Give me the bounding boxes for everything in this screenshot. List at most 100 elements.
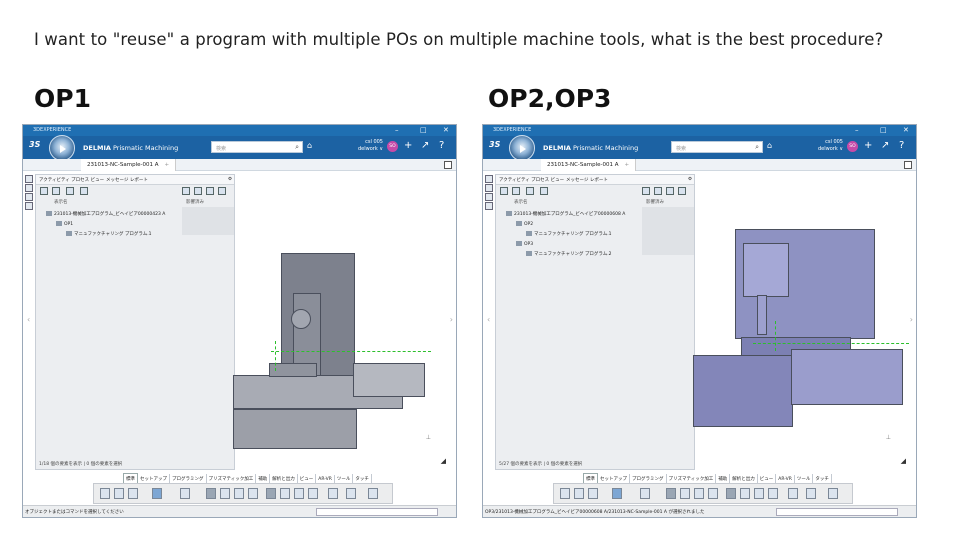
- undo-icon[interactable]: [152, 488, 162, 499]
- command-input[interactable]: [776, 508, 898, 516]
- view-icon[interactable]: [485, 202, 493, 210]
- tool-path-icon[interactable]: [806, 488, 816, 499]
- panel-settings-icon[interactable]: ⚙: [228, 177, 232, 182]
- tree-node-program-2[interactable]: マニュファクチャリング プログラム.2: [526, 251, 612, 257]
- tree-icon[interactable]: [500, 187, 508, 195]
- maximize-icon[interactable]: □: [880, 126, 887, 135]
- undo-icon[interactable]: [612, 488, 622, 499]
- 3ds-logo-icon[interactable]: 3S: [489, 140, 503, 154]
- video-icon[interactable]: [294, 488, 304, 499]
- new-tab-icon[interactable]: +: [165, 162, 170, 168]
- refresh-icon[interactable]: [52, 187, 60, 195]
- columns-icon[interactable]: [666, 187, 674, 195]
- machine-icon[interactable]: [220, 488, 230, 499]
- tab-message-report[interactable]: メッセージ レポート: [106, 177, 148, 183]
- columns-icon[interactable]: [206, 187, 214, 195]
- layer-icon[interactable]: [485, 193, 493, 201]
- document-tab[interactable]: 231013-NC-Sample-001 A +: [81, 159, 177, 171]
- search-input[interactable]: 検索 ⌕: [211, 141, 303, 153]
- search-input[interactable]: 検索 ⌕: [671, 141, 763, 153]
- avatar[interactable]: SO: [847, 141, 858, 152]
- tab-activity-process[interactable]: アクティビティ プロセス ビュー: [499, 177, 564, 183]
- paste-icon[interactable]: [128, 488, 138, 499]
- measure-icon[interactable]: [828, 488, 838, 499]
- nav-left-icon[interactable]: ‹: [27, 315, 30, 324]
- dropdown-icon[interactable]: [80, 187, 88, 195]
- part-operation-icon[interactable]: [640, 488, 650, 499]
- copy-icon[interactable]: [114, 488, 124, 499]
- add-icon[interactable]: +: [864, 140, 872, 151]
- user-info[interactable]: csl 005 delwork ∨: [813, 139, 843, 153]
- resize-grip-icon[interactable]: ◢: [901, 457, 906, 465]
- tree-node-op3[interactable]: OP3: [516, 241, 533, 247]
- compass-icon[interactable]: [49, 135, 75, 161]
- new-tab-icon[interactable]: +: [625, 162, 630, 168]
- nc-output-icon[interactable]: [768, 488, 778, 499]
- close-icon[interactable]: ✕: [903, 126, 909, 135]
- help-icon[interactable]: ?: [439, 140, 444, 151]
- expand-icon[interactable]: [444, 161, 452, 169]
- user-info[interactable]: csl 005 delwork ∨: [353, 139, 383, 153]
- tool-change-icon[interactable]: [694, 488, 704, 499]
- machine-model[interactable]: [233, 245, 450, 460]
- command-input[interactable]: [316, 508, 438, 516]
- zoom-icon[interactable]: [642, 187, 650, 195]
- document-tab[interactable]: 231013-NC-Sample-001 A +: [541, 159, 637, 171]
- paste-icon[interactable]: [588, 488, 598, 499]
- close-icon[interactable]: ✕: [443, 126, 449, 135]
- simulation-icon[interactable]: [266, 488, 276, 499]
- rotate-icon[interactable]: [248, 488, 258, 499]
- tag-icon[interactable]: ⌂: [767, 141, 772, 150]
- dropdown-icon[interactable]: [540, 187, 548, 195]
- tree-toggle-icon[interactable]: [485, 175, 493, 183]
- share-icon[interactable]: ↗: [881, 140, 889, 151]
- minimize-icon[interactable]: –: [395, 126, 399, 135]
- filter-funnel-icon[interactable]: [654, 187, 662, 195]
- tag-icon[interactable]: ⌂: [307, 141, 312, 150]
- replay-icon[interactable]: [740, 488, 750, 499]
- video-icon[interactable]: [754, 488, 764, 499]
- search-icon[interactable]: ⌕: [295, 143, 299, 152]
- help-icon[interactable]: ?: [899, 140, 904, 151]
- tree-node-root[interactable]: 231013-機械加工プログラム_ビヘイビア00000423 A: [46, 211, 165, 217]
- view-icon[interactable]: [25, 202, 33, 210]
- machine-model[interactable]: [693, 217, 913, 432]
- tab-message-report[interactable]: メッセージ レポート: [566, 177, 608, 183]
- measure-icon[interactable]: [368, 488, 378, 499]
- layer-icon[interactable]: [25, 193, 33, 201]
- options-icon[interactable]: [678, 187, 686, 195]
- compass-icon[interactable]: [509, 135, 535, 161]
- 3ds-logo-icon[interactable]: 3S: [29, 140, 43, 154]
- nc-output-icon[interactable]: [308, 488, 318, 499]
- check-icon[interactable]: [328, 488, 338, 499]
- expand-icon[interactable]: [904, 161, 912, 169]
- simulation-icon[interactable]: [726, 488, 736, 499]
- copy-icon[interactable]: [574, 488, 584, 499]
- column-header-status[interactable]: 影響済み: [646, 199, 664, 205]
- part-operation-icon[interactable]: [180, 488, 190, 499]
- tree-node-program-1[interactable]: マニュファクチャリング プログラム.1: [526, 231, 612, 237]
- share-icon[interactable]: ↗: [421, 140, 429, 151]
- program-icon-btn[interactable]: [666, 488, 676, 499]
- filter-funnel-icon[interactable]: [194, 187, 202, 195]
- resize-grip-icon[interactable]: ◢: [441, 457, 446, 465]
- add-icon[interactable]: +: [404, 140, 412, 151]
- rotate-icon[interactable]: [708, 488, 718, 499]
- tree-node-op1[interactable]: OP1: [56, 221, 73, 227]
- replay-icon[interactable]: [280, 488, 290, 499]
- tree-node-op2[interactable]: OP2: [516, 221, 533, 227]
- tool-icon[interactable]: [526, 187, 534, 195]
- program-icon-btn[interactable]: [206, 488, 216, 499]
- nav-right-icon[interactable]: ›: [450, 315, 453, 324]
- nav-left-icon[interactable]: ‹: [487, 315, 490, 324]
- tree-node-root[interactable]: 231013-機械加工プログラム_ビヘイビア00000608 A: [506, 211, 625, 217]
- tree-icon[interactable]: [40, 187, 48, 195]
- cut-icon[interactable]: [100, 488, 110, 499]
- zoom-icon[interactable]: [182, 187, 190, 195]
- machine-icon[interactable]: [680, 488, 690, 499]
- search-icon[interactable]: ⌕: [755, 143, 759, 152]
- options-icon[interactable]: [218, 187, 226, 195]
- panel-settings-icon[interactable]: ⚙: [688, 177, 692, 182]
- avatar[interactable]: SO: [387, 141, 398, 152]
- column-header-name[interactable]: 表示名: [54, 199, 68, 205]
